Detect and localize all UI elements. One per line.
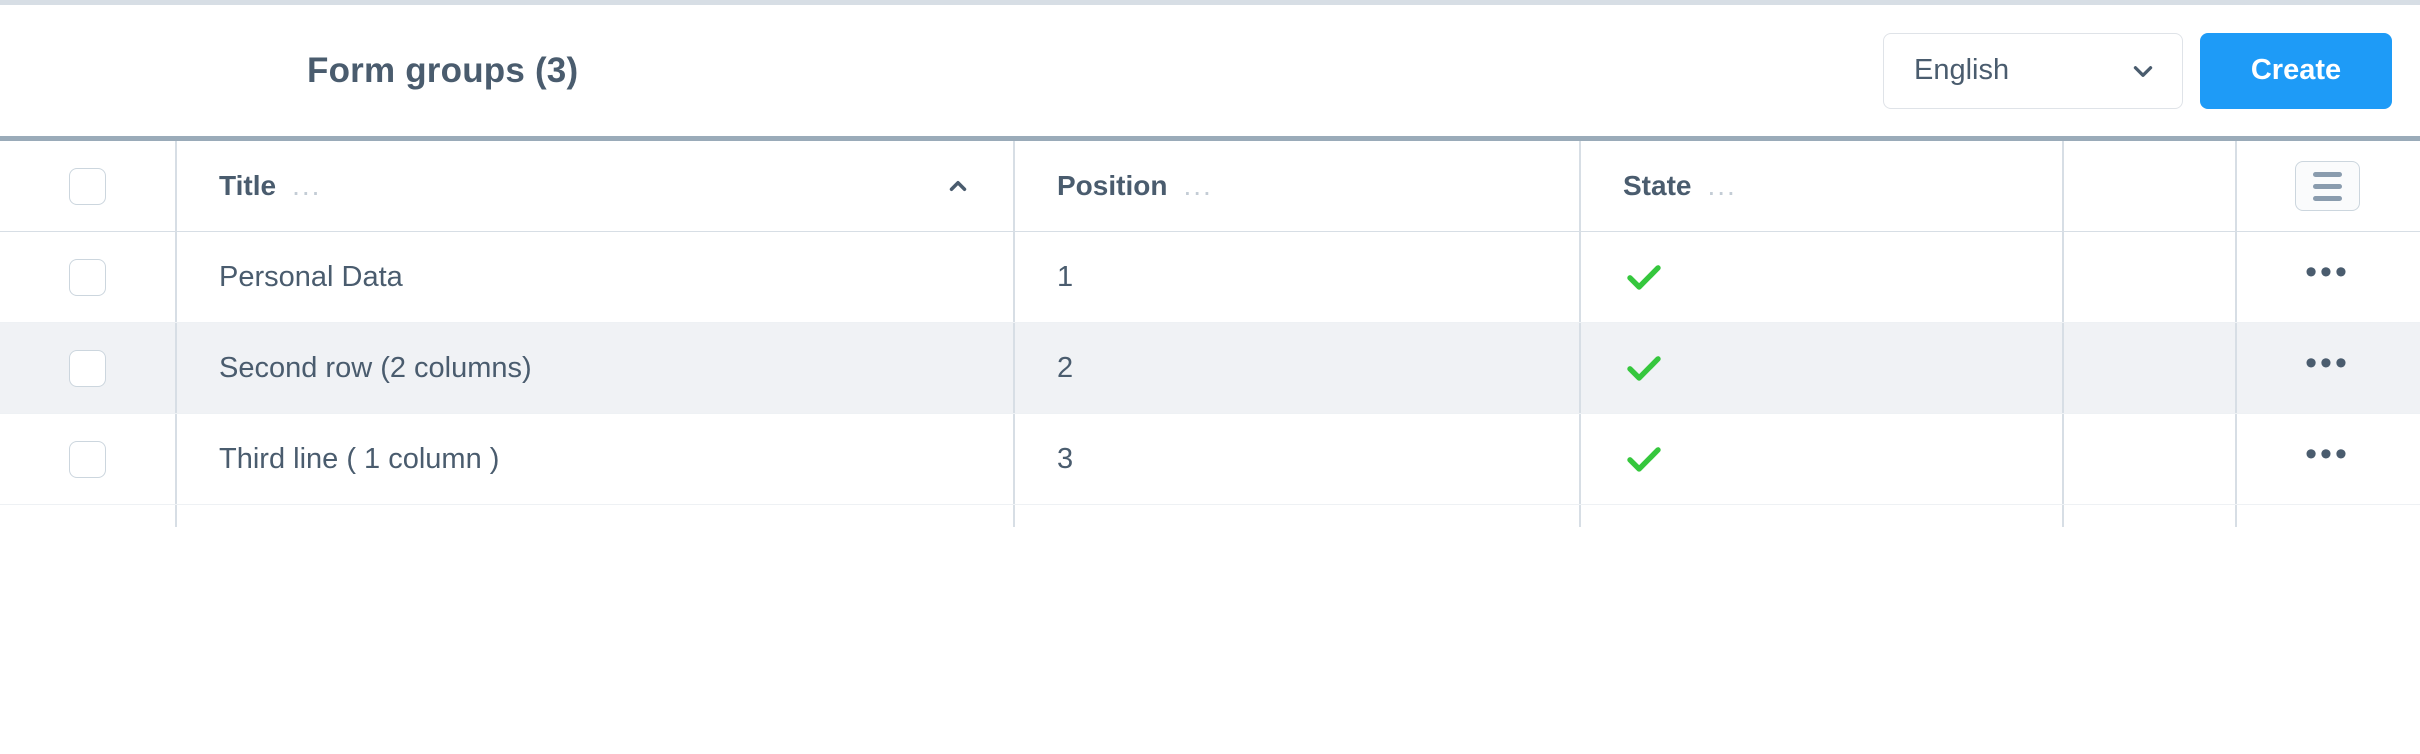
- header-cell-state[interactable]: State ...: [1579, 141, 2062, 231]
- sort-ascending-icon[interactable]: [945, 173, 971, 199]
- header-actions: English Create: [1883, 32, 2392, 109]
- row-position: 3: [1057, 442, 1074, 475]
- row-checkbox[interactable]: [69, 349, 106, 387]
- row-cell-actions: •••: [2235, 414, 2420, 504]
- header-select-cell: [0, 141, 175, 231]
- row-select-cell: [0, 414, 175, 504]
- table-column-rule-tails: [0, 505, 2420, 527]
- header-menu-position[interactable]: ...: [1183, 172, 1212, 200]
- row-cell-state: [1579, 323, 2062, 413]
- column-rule: [1579, 505, 1581, 527]
- row-cell-position: 1: [1013, 232, 1579, 322]
- row-title: Personal Data: [219, 260, 403, 293]
- row-checkbox[interactable]: [69, 258, 106, 296]
- table-row[interactable]: Second row (2 columns) 2 •••: [0, 323, 2420, 414]
- row-cell-title: Third line ( 1 column ): [175, 414, 1013, 504]
- row-title: Second row (2 columns): [219, 351, 532, 384]
- column-rule: [2062, 505, 2064, 527]
- header-cell-title[interactable]: Title ...: [175, 141, 1013, 231]
- row-cell-title: Second row (2 columns): [175, 323, 1013, 413]
- table-header-row: Title ... Position ... State ...: [0, 141, 2420, 232]
- header-menu-state[interactable]: ...: [1707, 172, 1736, 200]
- form-groups-table: Title ... Position ... State ... Persona…: [0, 136, 2420, 527]
- hamburger-icon[interactable]: [2295, 161, 2360, 211]
- check-icon: [1627, 356, 1661, 381]
- row-cell-state: [1579, 232, 2062, 322]
- chevron-down-icon: [2133, 65, 2153, 77]
- table-row[interactable]: Personal Data 1 •••: [0, 232, 2420, 323]
- header-cell-blank: [2062, 141, 2235, 231]
- row-actions-menu[interactable]: •••: [2305, 346, 2350, 390]
- select-all-checkbox[interactable]: [69, 167, 106, 205]
- header-cell-actions: [2235, 141, 2420, 231]
- row-cell-title: Personal Data: [175, 232, 1013, 322]
- row-actions-menu[interactable]: •••: [2305, 437, 2350, 481]
- row-select-cell: [0, 323, 175, 413]
- header-label-title: Title: [219, 170, 277, 201]
- language-select-value: English: [1914, 54, 2010, 86]
- row-actions-menu[interactable]: •••: [2305, 255, 2350, 299]
- hamburger-bar: [2313, 195, 2342, 201]
- row-title: Third line ( 1 column ): [219, 442, 500, 475]
- page-title: Form groups (3): [307, 50, 579, 90]
- page-root: Form groups (3) English Create Title ...: [0, 0, 2420, 754]
- row-checkbox[interactable]: [69, 440, 106, 478]
- table-row[interactable]: Third line ( 1 column ) 3 •••: [0, 414, 2420, 505]
- language-select[interactable]: English: [1883, 32, 2183, 109]
- check-icon: [1627, 265, 1661, 290]
- row-cell-state: [1579, 414, 2062, 504]
- row-cell-blank: [2062, 414, 2235, 504]
- row-cell-blank: [2062, 232, 2235, 322]
- column-rule: [2235, 505, 2237, 527]
- column-rule: [175, 505, 177, 527]
- check-icon: [1627, 447, 1661, 472]
- hamburger-bar: [2313, 183, 2342, 189]
- column-rule: [1013, 505, 1015, 527]
- row-position: 1: [1057, 260, 1074, 293]
- header-label-position: Position: [1057, 170, 1168, 201]
- hamburger-bar: [2313, 171, 2342, 177]
- row-cell-position: 3: [1013, 414, 1579, 504]
- header-cell-position[interactable]: Position ...: [1013, 141, 1579, 231]
- row-select-cell: [0, 232, 175, 322]
- row-cell-blank: [2062, 323, 2235, 413]
- header-label-state: State: [1623, 170, 1692, 201]
- row-cell-actions: •••: [2235, 323, 2420, 413]
- row-position: 2: [1057, 351, 1074, 384]
- create-button[interactable]: Create: [2200, 32, 2392, 109]
- page-header: Form groups (3) English Create: [0, 5, 2420, 136]
- header-menu-title[interactable]: ...: [292, 172, 321, 200]
- row-cell-actions: •••: [2235, 232, 2420, 322]
- row-cell-position: 2: [1013, 323, 1579, 413]
